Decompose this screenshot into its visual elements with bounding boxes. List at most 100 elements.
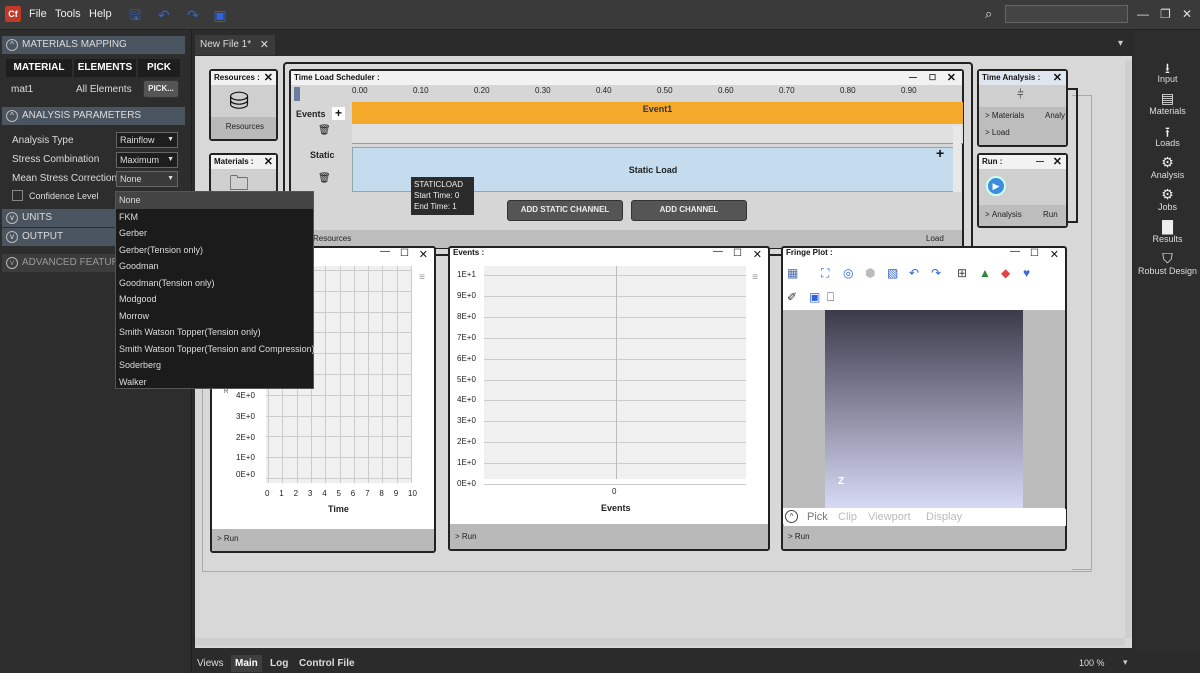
rotate-icon[interactable]: ◎	[843, 266, 853, 280]
stress-combination-select[interactable]: Maximum ▼	[116, 152, 178, 168]
menu-icon[interactable]: ≡	[752, 272, 758, 283]
close-icon[interactable]: ✕	[753, 248, 762, 261]
pick-button[interactable]: PICK...	[143, 80, 179, 98]
event1-bar[interactable]: Event1	[352, 102, 963, 124]
person-icon[interactable]: ▲	[979, 266, 991, 280]
close-icon[interactable]: ✕	[264, 71, 273, 85]
analysis-parameters-header[interactable]: ^ ANALYSIS PARAMETERS	[2, 107, 185, 125]
pan-icon[interactable]: ⬢	[865, 266, 875, 280]
close-icon[interactable]: ✕	[1053, 155, 1062, 169]
fringe-viewport[interactable]	[825, 310, 1023, 508]
mouse-icon[interactable]: ⎕	[827, 290, 834, 305]
tab-menu-icon[interactable]: ▾	[1118, 38, 1123, 49]
undo-icon[interactable]: ↶	[156, 7, 172, 23]
zoom-dropdown-icon[interactable]: ▾	[1123, 657, 1128, 668]
camera-icon[interactable]: ▣	[809, 290, 820, 304]
minimize-icon[interactable]: —	[713, 246, 723, 257]
dropdown-option[interactable]: Smith Watson Topper(Tension only)	[116, 324, 313, 341]
viewport-tab[interactable]: Viewport	[868, 511, 911, 523]
dropdown-option[interactable]: Gerber(Tension only)	[116, 242, 313, 259]
nav-robust-design[interactable]: ⛉ Robust Design	[1135, 250, 1200, 276]
mean-stress-dropdown[interactable]: None FKM Gerber Gerber(Tension only) Goodman…	[115, 191, 315, 391]
close-icon[interactable]: ✕	[1053, 71, 1062, 85]
log-tab[interactable]: Log	[270, 658, 288, 669]
add-static-icon[interactable]: +	[936, 145, 944, 161]
close-icon[interactable]: ✕	[419, 248, 428, 261]
clip-tab[interactable]: Clip	[838, 511, 857, 523]
dropdown-option[interactable]: Goodman(Tension only)	[116, 275, 313, 292]
eyedropper-icon[interactable]: ✐	[787, 290, 797, 304]
horizontal-scrollbar[interactable]	[195, 638, 1125, 646]
shape-icon[interactable]: ◆	[1001, 266, 1010, 280]
minimize-icon[interactable]: —	[1010, 246, 1020, 257]
maximize-icon[interactable]: ☐	[1030, 248, 1039, 259]
menu-file[interactable]: File	[29, 8, 47, 20]
nav-jobs[interactable]: ⚙ Jobs	[1135, 186, 1200, 212]
menu-help[interactable]: Help	[89, 8, 112, 20]
nav-loads[interactable]: ⭱ Loads	[1135, 122, 1200, 148]
add-event-icon[interactable]: +	[332, 107, 345, 120]
zoom-box-icon[interactable]: ▧	[887, 266, 898, 280]
maximize-icon[interactable]: ☐	[733, 248, 742, 259]
pick-tab[interactable]: Pick	[807, 511, 828, 523]
materials-node[interactable]: Materials : ✕ 🗀	[209, 153, 278, 195]
redo-icon[interactable]: ↷	[185, 7, 201, 23]
tab-new-file[interactable]: New File 1* ✕	[195, 35, 275, 55]
close-icon[interactable]: ✕	[264, 155, 273, 169]
mean-stress-select[interactable]: None ▼	[116, 171, 178, 187]
grid-icon[interactable]: ⊞	[957, 266, 967, 280]
menu-icon[interactable]: ≡	[419, 272, 425, 283]
fit-icon[interactable]: ⛶	[821, 266, 829, 281]
close-icon[interactable]: ✕	[1050, 248, 1059, 261]
dropdown-option[interactable]: Walker	[116, 374, 313, 391]
tab-elements[interactable]: ELEMENTS	[74, 59, 136, 77]
nav-analysis[interactable]: ⚙ Analysis	[1135, 154, 1200, 180]
play-icon[interactable]: ▶	[986, 176, 1006, 196]
menu-tools[interactable]: Tools	[55, 8, 81, 20]
scheduler-scrollbar[interactable]	[953, 126, 961, 192]
dropdown-option[interactable]: None	[116, 192, 313, 209]
save-icon[interactable]: 🖫	[127, 7, 143, 23]
minimize-icon[interactable]: —	[380, 246, 390, 257]
maximize-icon[interactable]: ☐	[929, 71, 936, 85]
run-node[interactable]: Run : — ✕ ▶ > Analysis Run	[977, 153, 1068, 228]
restore-icon[interactable]: ❐	[1160, 7, 1171, 21]
dropdown-option[interactable]: Gerber	[116, 225, 313, 242]
add-channel-button[interactable]: ADD CHANNEL	[631, 200, 747, 221]
main-tab[interactable]: Main	[231, 655, 262, 672]
close-icon[interactable]: ✕	[1182, 7, 1192, 21]
maximize-icon[interactable]: ☐	[400, 248, 409, 259]
nav-materials[interactable]: ▤ Materials	[1135, 90, 1200, 116]
control-file-tab[interactable]: Control File	[299, 658, 355, 669]
close-icon[interactable]: ✕	[947, 71, 956, 85]
collapse-icon[interactable]: ^	[785, 510, 798, 523]
minimize-icon[interactable]: —	[1036, 155, 1044, 169]
display-tab[interactable]: Display	[926, 511, 962, 523]
views-tab[interactable]: Views	[197, 658, 224, 669]
undo-icon[interactable]: ↶	[909, 266, 919, 280]
redo-icon[interactable]: ↷	[931, 266, 941, 280]
tab-pick[interactable]: PICK	[138, 59, 180, 77]
analysis-type-select[interactable]: Rainflow ▼	[116, 132, 178, 148]
close-tab-icon[interactable]: ✕	[260, 35, 269, 55]
camera-icon[interactable]: ▣	[212, 7, 228, 23]
add-static-channel-button[interactable]: ADD STATIC CHANNEL	[507, 200, 623, 221]
tab-material[interactable]: MATERIAL	[6, 59, 72, 77]
resources-node[interactable]: Resources : ✕ ⛁ Resources	[209, 69, 278, 141]
trash-icon[interactable]: 🗑	[318, 125, 331, 136]
color-icon[interactable]: ♥	[1023, 266, 1030, 280]
dropdown-option[interactable]: Modgood	[116, 291, 313, 308]
time-analysis-node[interactable]: Time Analysis : ✕ ⫩ > Materials Analy > L…	[977, 69, 1068, 147]
dropdown-option[interactable]: Morrow	[116, 308, 313, 325]
nav-input[interactable]: ⭳ Input	[1135, 58, 1200, 84]
cube-view-icon[interactable]: ▦	[787, 266, 798, 280]
dropdown-option[interactable]: FKM	[116, 209, 313, 226]
dropdown-option[interactable]: Soderberg	[116, 357, 313, 374]
nav-results[interactable]: ▇ Results	[1135, 218, 1200, 244]
trash-icon[interactable]: 🗑	[318, 173, 331, 184]
confidence-checkbox[interactable]	[12, 190, 23, 201]
dropdown-option[interactable]: Smith Watson Topper(Tension and Compress…	[116, 341, 315, 358]
dropdown-option[interactable]: Goodman	[116, 258, 313, 275]
vertical-scrollbar[interactable]	[1125, 60, 1132, 638]
search-input[interactable]	[1005, 5, 1128, 23]
